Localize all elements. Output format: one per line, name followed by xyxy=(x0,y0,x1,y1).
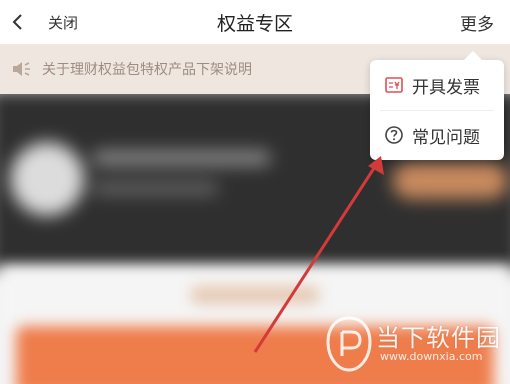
close-button-label[interactable]: 关闭 xyxy=(48,12,78,33)
menu-item-label: 常见问题 xyxy=(412,127,480,148)
placeholder-line xyxy=(92,182,219,195)
menu-item-invoice[interactable]: 开具发票 xyxy=(370,60,504,110)
placeholder-line xyxy=(92,150,271,166)
back-button[interactable]: 关闭 xyxy=(8,0,78,44)
avatar xyxy=(10,142,84,216)
watermark-url: www.downxia.com xyxy=(380,350,483,363)
menu-item-faq[interactable]: 常见问题 xyxy=(370,110,504,160)
chevron-left-icon xyxy=(12,14,22,30)
placeholder-button xyxy=(392,163,509,199)
more-menu-popup: 开具发票 常见问题 xyxy=(370,51,504,160)
notice-text: 关于理财权益包特权产品下架说明 xyxy=(42,62,252,78)
question-icon xyxy=(385,126,403,144)
invoice-icon xyxy=(385,77,403,93)
top-nav-bar: 关闭 权益专区 更多 xyxy=(0,0,510,44)
menu-item-label: 开具发票 xyxy=(412,77,480,98)
placeholder-heading xyxy=(190,286,320,304)
site-watermark: 当下软件园 www.downxia.com xyxy=(324,314,504,378)
more-button[interactable]: 更多 xyxy=(460,0,494,44)
watermark-title: 当下软件园 xyxy=(376,324,501,352)
watermark-logo-icon xyxy=(326,316,372,372)
speaker-icon xyxy=(13,62,30,76)
